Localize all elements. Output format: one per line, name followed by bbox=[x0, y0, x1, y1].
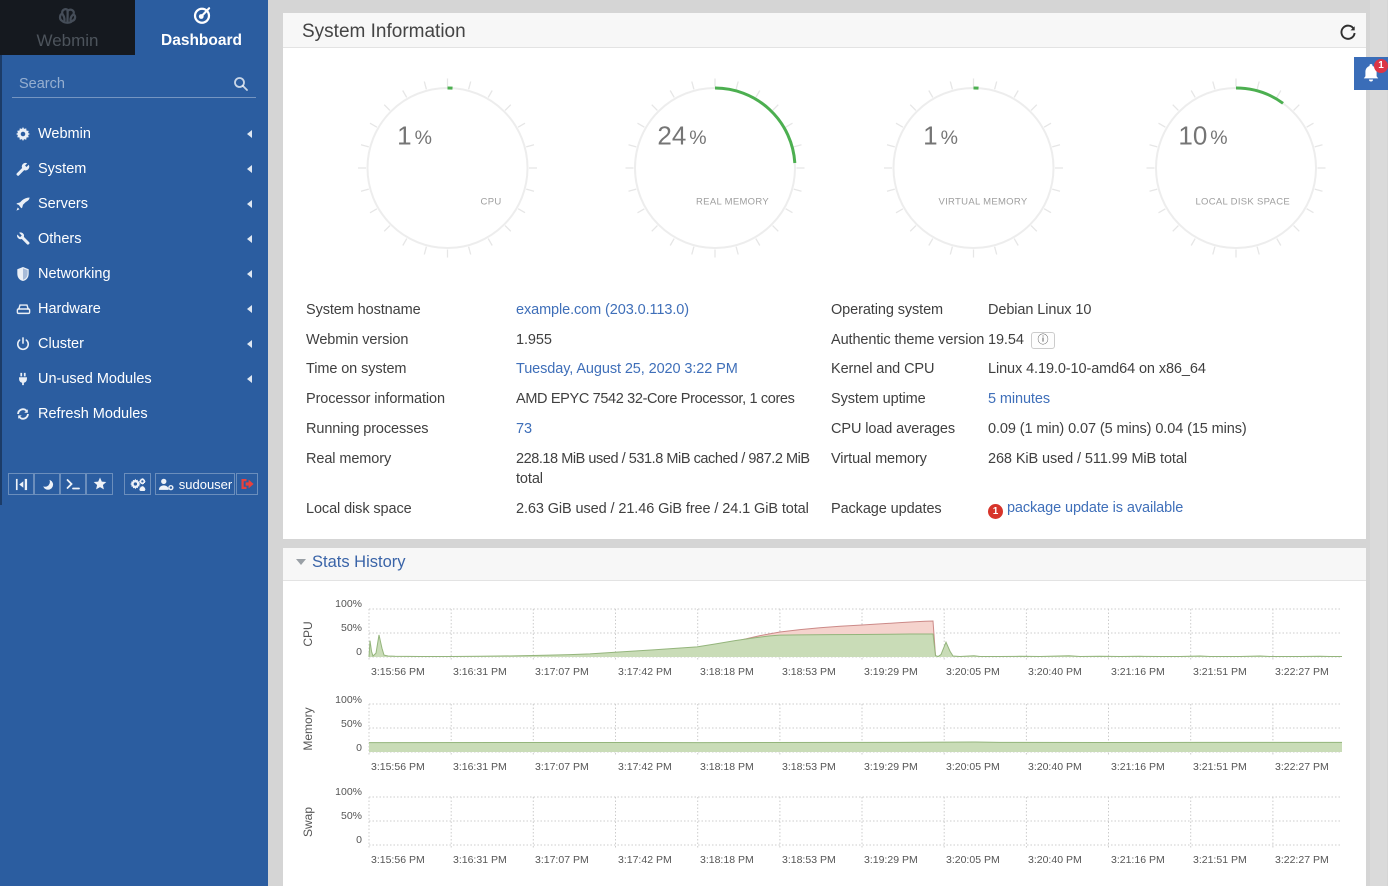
svg-text:REAL MEMORY: REAL MEMORY bbox=[696, 197, 769, 208]
svg-text:CPU: CPU bbox=[481, 197, 502, 208]
svg-text:VIRTUAL MEMORY: VIRTUAL MEMORY bbox=[938, 197, 1027, 208]
svg-text:LOCAL DISK SPACE: LOCAL DISK SPACE bbox=[1195, 197, 1290, 208]
